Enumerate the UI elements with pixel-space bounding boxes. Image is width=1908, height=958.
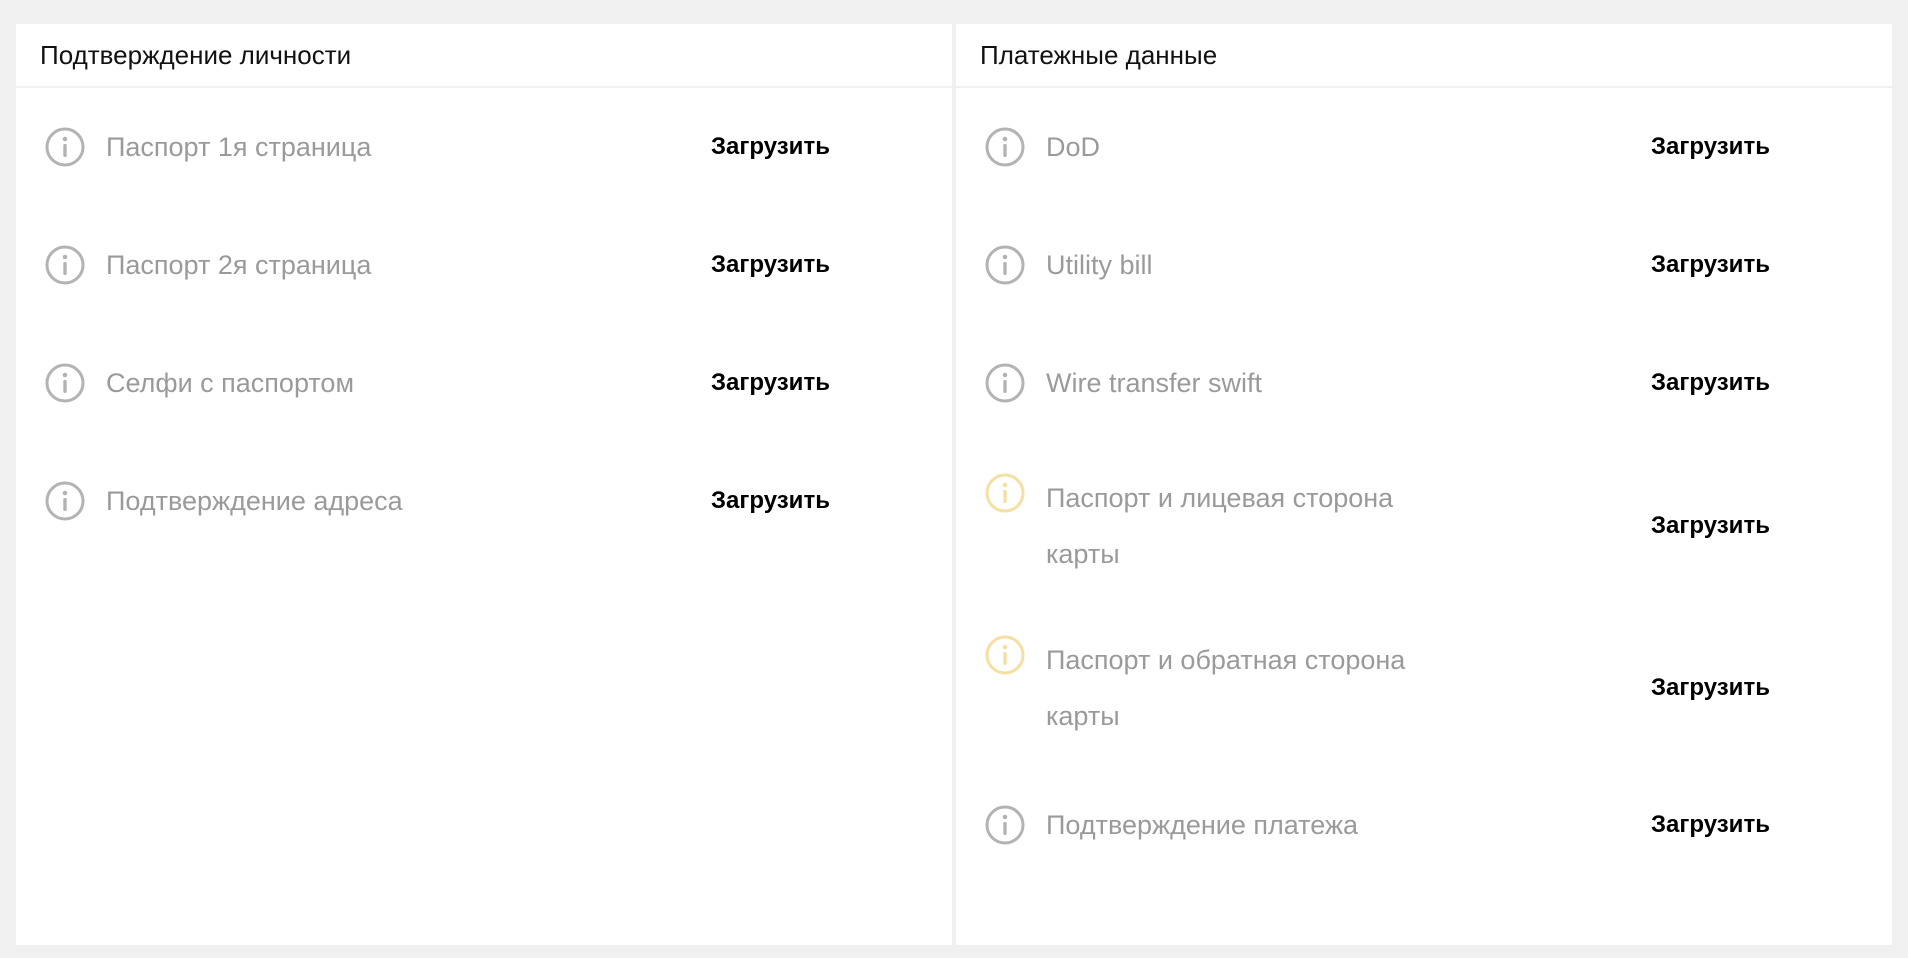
upload-button[interactable]: Загрузить	[711, 369, 830, 397]
info-icon	[984, 362, 1026, 404]
payment-list: DoD Загрузить Utility bill Загрузить Wir…	[956, 88, 1892, 856]
payment-item: Подтверждение платежа Загрузить	[956, 794, 1892, 856]
info-icon	[44, 244, 86, 286]
upload-button[interactable]: Загрузить	[1651, 512, 1770, 540]
payment-panel-title: Платежные данные	[956, 24, 1892, 88]
identity-panel-title: Подтверждение личности	[16, 24, 952, 88]
info-icon	[984, 472, 1026, 514]
document-label: Паспорт и обратная сторона карты	[1046, 645, 1406, 731]
payment-panel: Платежные данные DoD Загрузить Utility b…	[956, 24, 1892, 945]
payment-item: Wire transfer swift Загрузить	[956, 352, 1892, 414]
identity-item: Селфи с паспортом Загрузить	[16, 352, 952, 414]
payment-item: Паспорт и обратная сторона карты Загрузи…	[956, 632, 1892, 744]
info-icon	[984, 634, 1026, 676]
document-label: DoD	[1046, 132, 1101, 162]
identity-item: Паспорт 2я страница Загрузить	[16, 234, 952, 296]
upload-button[interactable]: Загрузить	[1651, 674, 1770, 702]
documents-layout: Подтверждение личности Паспорт 1я страни…	[16, 24, 1892, 945]
identity-list: Паспорт 1я страница Загрузить Паспорт 2я…	[16, 88, 952, 532]
document-label: Селфи с паспортом	[106, 368, 355, 398]
info-icon	[984, 126, 1026, 168]
info-icon	[44, 126, 86, 168]
document-label: Паспорт и лицевая сторона карты	[1046, 483, 1394, 569]
info-icon	[44, 362, 86, 404]
document-label: Паспорт 2я страница	[106, 250, 372, 280]
info-icon	[984, 804, 1026, 846]
payment-item: DoD Загрузить	[956, 116, 1892, 178]
info-icon	[44, 480, 86, 522]
document-label: Wire transfer swift	[1046, 368, 1263, 398]
payment-item: Utility bill Загрузить	[956, 234, 1892, 296]
document-label: Подтверждение адреса	[106, 486, 403, 516]
upload-button[interactable]: Загрузить	[1651, 811, 1770, 839]
identity-panel: Подтверждение личности Паспорт 1я страни…	[16, 24, 952, 945]
identity-item: Подтверждение адреса Загрузить	[16, 470, 952, 532]
upload-button[interactable]: Загрузить	[711, 487, 830, 515]
info-icon	[984, 244, 1026, 286]
upload-button[interactable]: Загрузить	[1651, 251, 1770, 279]
payment-item: Паспорт и лицевая сторона карты Загрузит…	[956, 470, 1892, 582]
identity-item: Паспорт 1я страница Загрузить	[16, 116, 952, 178]
document-label: Utility bill	[1046, 250, 1153, 280]
upload-button[interactable]: Загрузить	[1651, 133, 1770, 161]
upload-button[interactable]: Загрузить	[711, 251, 830, 279]
document-label: Подтверждение платежа	[1046, 810, 1359, 840]
document-label: Паспорт 1я страница	[106, 132, 372, 162]
upload-button[interactable]: Загрузить	[1651, 369, 1770, 397]
upload-button[interactable]: Загрузить	[711, 133, 830, 161]
